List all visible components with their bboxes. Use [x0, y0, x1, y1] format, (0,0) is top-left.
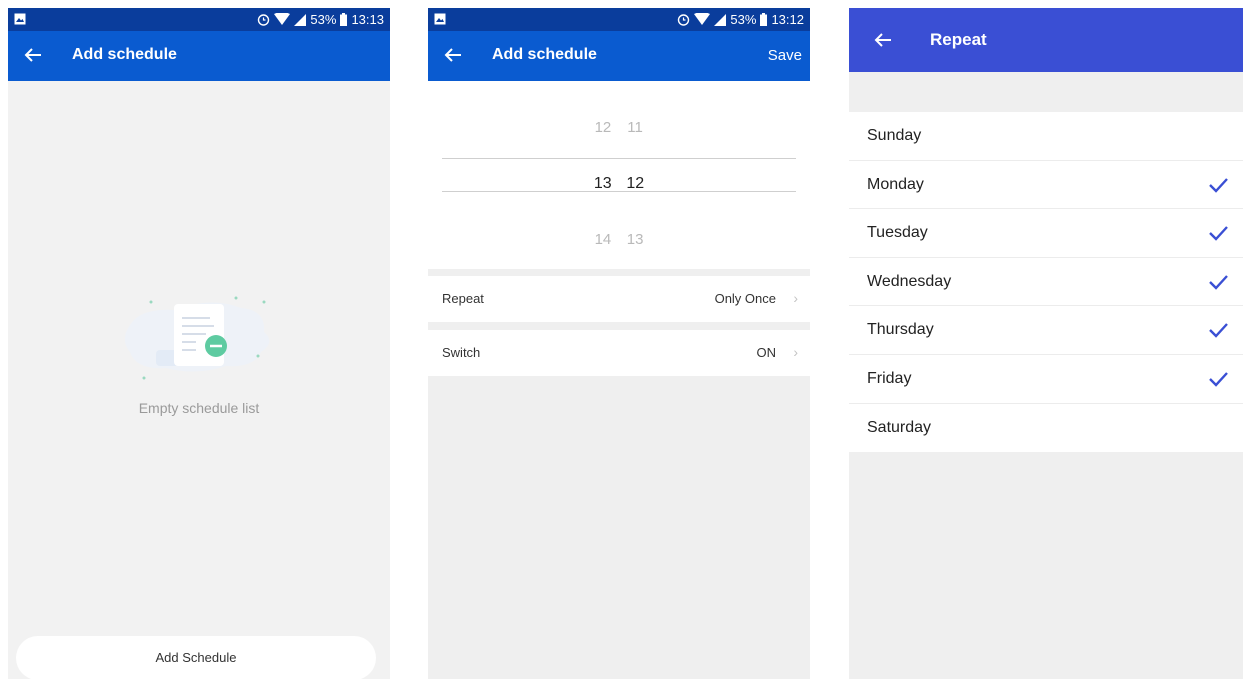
switch-setting[interactable]: Switch ON ›: [428, 330, 810, 376]
app-bar: Add schedule: [8, 31, 390, 81]
chevron-right-icon: ›: [793, 344, 798, 360]
time-picker[interactable]: 12 11 13 12 14 13: [428, 81, 810, 269]
gallery-notification-icon: [434, 13, 446, 25]
battery-percent: 53%: [730, 12, 757, 27]
repeat-setting[interactable]: Repeat Only Once ›: [428, 276, 810, 322]
page-title: Repeat: [930, 30, 987, 49]
page-title: Add schedule: [72, 46, 177, 63]
empty-schedule-message: Empty schedule list: [138, 400, 260, 416]
save-button[interactable]: Save: [768, 47, 802, 64]
selection-divider-bottom: [442, 191, 796, 192]
weekday-label: Thursday: [867, 321, 934, 339]
clock: 13:13: [351, 12, 384, 27]
back-arrow-icon[interactable]: [442, 44, 464, 66]
battery-icon: [760, 13, 768, 26]
switch-label: Switch: [442, 345, 481, 360]
weekday-item-wednesday[interactable]: Wednesday: [849, 258, 1243, 307]
weekday-item-sunday[interactable]: Sunday: [849, 112, 1243, 161]
signal-icon: [294, 14, 307, 26]
weekday-item-tuesday[interactable]: Tuesday: [849, 209, 1243, 258]
weekday-label: Tuesday: [867, 224, 928, 242]
app-bar: Add schedule Save: [428, 31, 810, 81]
battery-percent: 53%: [310, 12, 337, 27]
hour-below: 14: [594, 231, 612, 248]
weekday-list: Sunday Monday Tuesday Wednesday Thursday Frid…: [849, 112, 1243, 453]
picker-row-below[interactable]: 14 13: [428, 231, 810, 248]
weekday-item-friday[interactable]: Friday: [849, 355, 1243, 404]
weekday-item-thursday[interactable]: Thursday: [849, 306, 1243, 355]
wifi-icon: [694, 13, 711, 25]
weekday-label: Sunday: [867, 127, 922, 144]
add-schedule-screen: 53% 13:12 Add schedule Save 12 11 13 12 …: [428, 8, 810, 679]
repeat-screen: Repeat Sunday Monday Tuesday Wednesday Thurs…: [849, 8, 1243, 679]
minute-below: 13: [626, 231, 644, 248]
checkmark-icon: [1209, 177, 1228, 193]
hour-above: 12: [594, 119, 612, 136]
picker-row-above[interactable]: 12 11: [428, 119, 810, 136]
repeat-label: Repeat: [442, 291, 484, 306]
weekday-item-saturday[interactable]: Saturday: [849, 404, 1243, 453]
selection-divider-top: [442, 158, 796, 159]
weekday-label: Wednesday: [867, 272, 952, 290]
empty-schedule-screen: 53% 13:13 Add schedule Empty schedule li…: [8, 8, 390, 679]
alarm-icon: [258, 14, 270, 26]
app-bar: Repeat: [849, 8, 1243, 72]
checkmark-icon: [1209, 323, 1228, 339]
status-bar: 53% 13:13: [8, 8, 390, 31]
battery-icon: [340, 13, 348, 26]
status-bar: 53% 13:12: [428, 8, 810, 31]
add-schedule-button[interactable]: Add Schedule: [16, 636, 376, 679]
weekday-label: Friday: [867, 369, 912, 387]
checkmark-icon: [1209, 274, 1228, 290]
wifi-icon: [274, 13, 291, 25]
weekday-label: Saturday: [867, 418, 932, 436]
alarm-icon: [678, 14, 690, 26]
repeat-value: Only Once: [714, 291, 776, 306]
empty-list-illustration: [124, 296, 270, 380]
weekday-label: Monday: [867, 175, 924, 193]
checkmark-icon: [1209, 372, 1228, 387]
switch-value: ON: [756, 345, 777, 360]
weekday-item-monday[interactable]: Monday: [849, 161, 1243, 210]
checkmark-icon: [1209, 226, 1228, 241]
chevron-right-icon: ›: [793, 290, 798, 306]
back-arrow-icon[interactable]: [22, 44, 44, 66]
back-arrow-icon[interactable]: [871, 28, 895, 52]
minute-above: 11: [627, 119, 643, 136]
gallery-notification-icon: [14, 13, 26, 25]
page-title: Add schedule: [492, 46, 597, 63]
signal-icon: [714, 14, 727, 26]
clock: 13:12: [771, 12, 804, 27]
